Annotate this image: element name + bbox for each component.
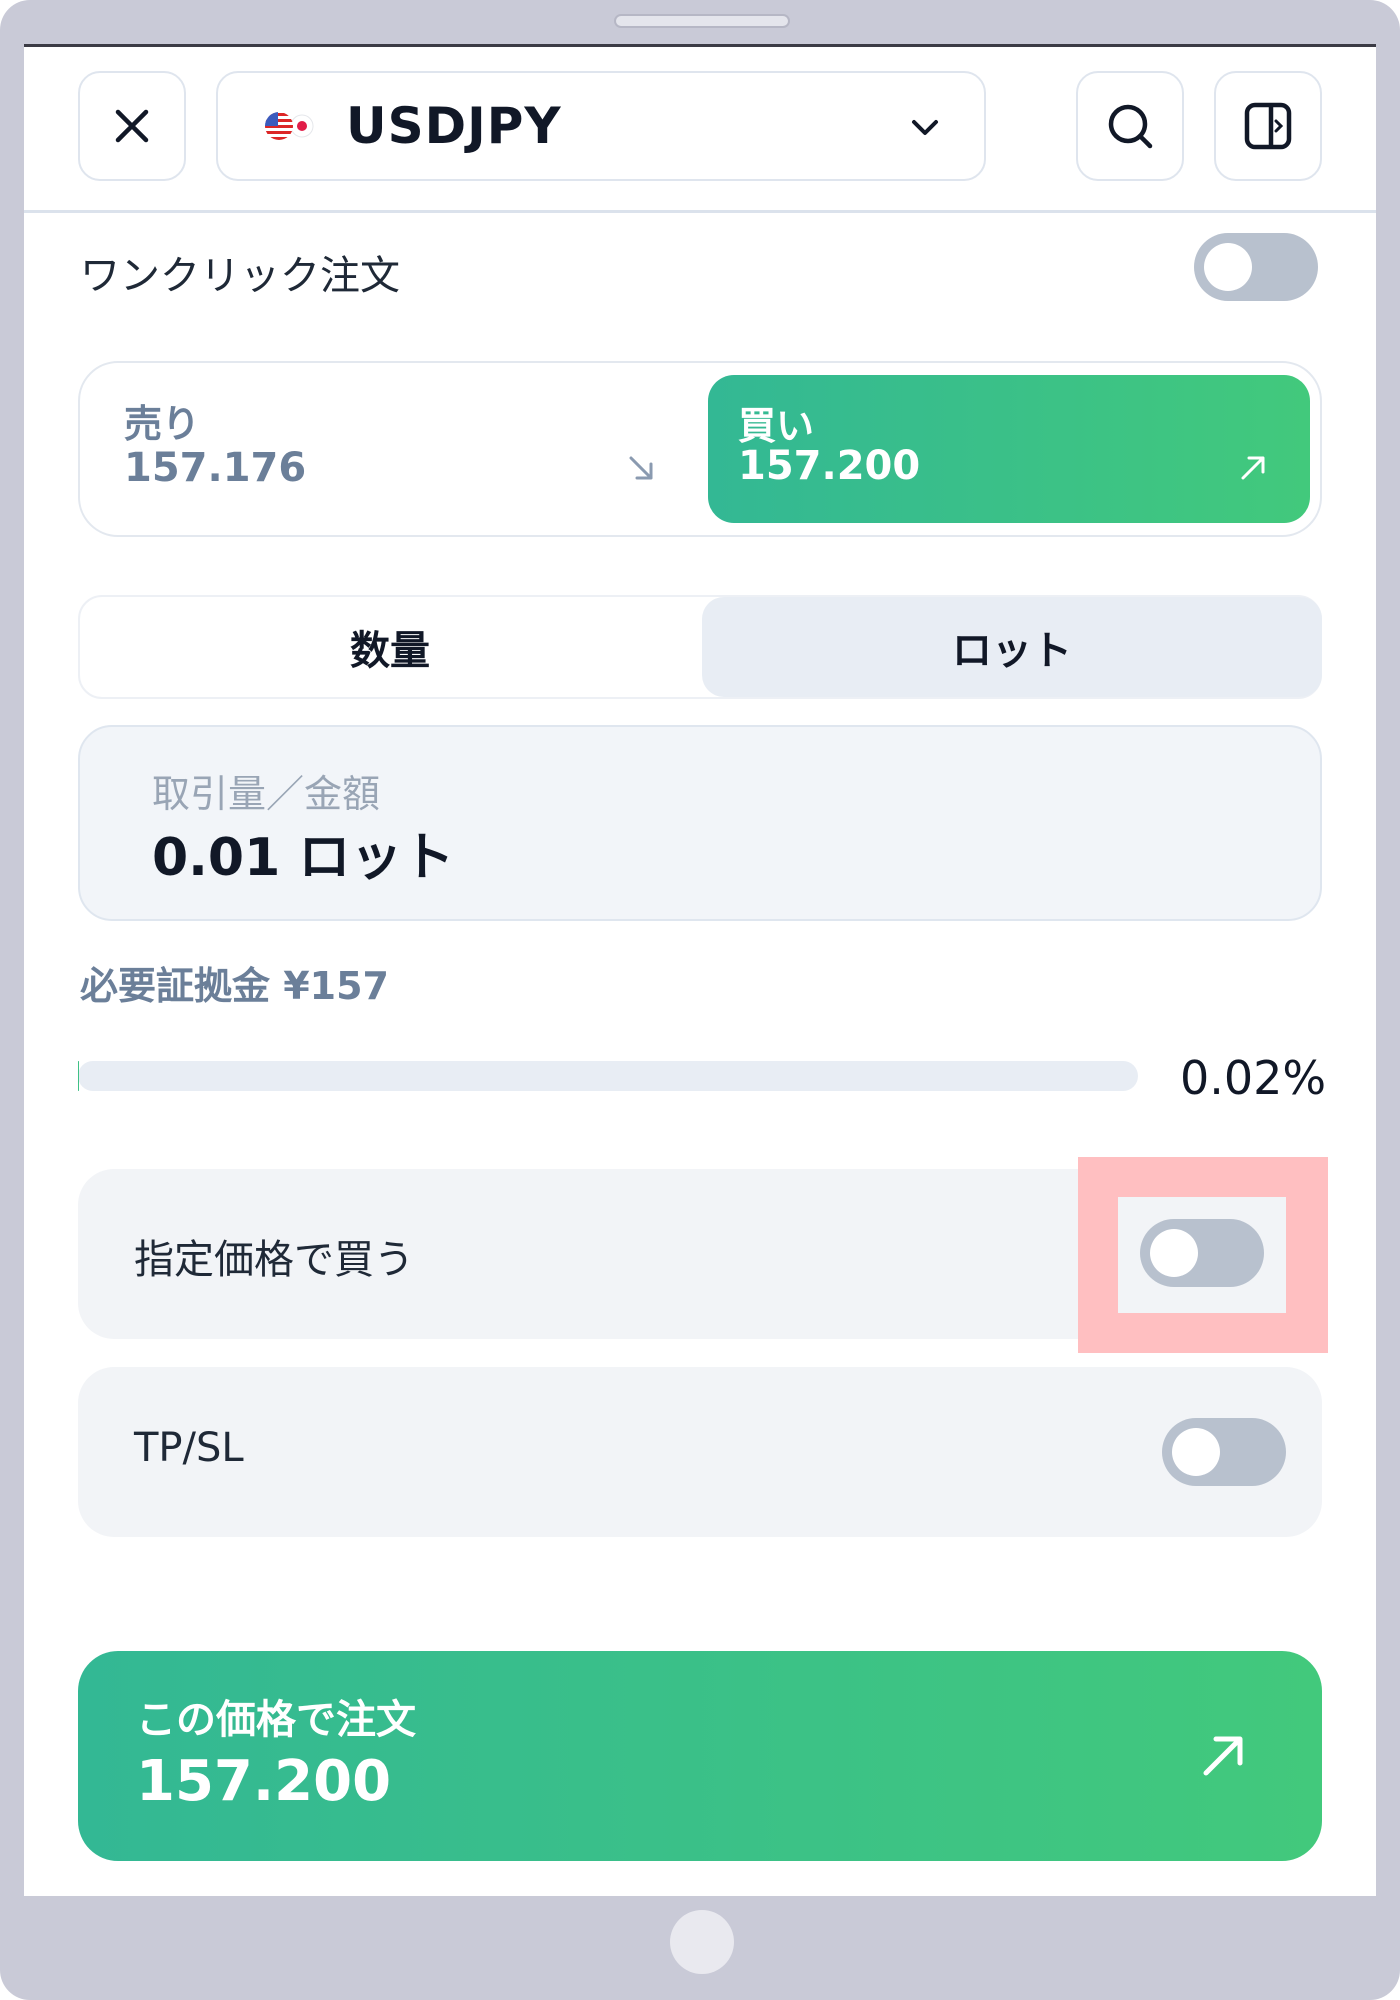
toggle-knob bbox=[1204, 243, 1252, 291]
tab-lot[interactable]: ロット bbox=[702, 597, 1322, 697]
buy-price: 157.200 bbox=[738, 443, 921, 489]
margin-usage-percent: 0.02% bbox=[1180, 1051, 1327, 1105]
limit-price-label: 指定価格で買う bbox=[134, 1237, 414, 1283]
required-margin: 必要証拠金 ¥157 bbox=[80, 964, 389, 1008]
buy-label: 買い bbox=[738, 404, 815, 448]
symbol-selector[interactable]: USDJPY bbox=[216, 71, 986, 181]
arrow-down-right-icon bbox=[629, 456, 653, 480]
close-button[interactable] bbox=[78, 71, 186, 181]
buy-button[interactable]: 買い 157.200 bbox=[708, 375, 1310, 523]
amount-label: 取引量／金額 bbox=[152, 772, 381, 816]
order-button-label: この価格で注文 bbox=[136, 1697, 416, 1743]
amount-value: 0.01 ロット bbox=[152, 828, 455, 888]
order-screen: USDJPY ワンクリック注文 売り 157.176 買い 157.200 数量… bbox=[24, 44, 1376, 1896]
one-click-label: ワンクリック注文 bbox=[80, 253, 400, 299]
header: USDJPY bbox=[24, 47, 1376, 213]
tpsl-option: TP/SL bbox=[78, 1367, 1322, 1537]
search-icon bbox=[1108, 104, 1153, 149]
unit-tabs: 数量 ロット bbox=[78, 595, 1322, 699]
amount-input[interactable]: 取引量／金額 0.01 ロット bbox=[78, 725, 1322, 921]
home-button[interactable] bbox=[670, 1910, 734, 1974]
arrow-up-right-icon bbox=[1203, 1736, 1243, 1776]
device-frame: USDJPY ワンクリック注文 売り 157.176 買い 157.200 数量… bbox=[0, 0, 1400, 2000]
arrow-up-right-icon bbox=[1241, 456, 1265, 480]
buy-sell-selector: 売り 157.176 買い 157.200 bbox=[78, 361, 1322, 537]
sell-button[interactable]: 売り 157.176 bbox=[80, 363, 700, 535]
toggle-knob bbox=[1150, 1229, 1198, 1277]
symbol-name: USDJPY bbox=[346, 97, 562, 155]
tpsl-toggle[interactable] bbox=[1162, 1418, 1286, 1486]
limit-price-toggle[interactable] bbox=[1140, 1219, 1264, 1287]
device-notch bbox=[614, 14, 790, 28]
close-icon bbox=[115, 109, 149, 143]
margin-usage-bar bbox=[78, 1061, 1138, 1091]
side-panel-button[interactable] bbox=[1214, 71, 1322, 181]
us-jp-flag-icon bbox=[265, 112, 314, 140]
toggle-knob bbox=[1172, 1428, 1220, 1476]
sell-price: 157.176 bbox=[124, 445, 307, 491]
sell-label: 売り bbox=[124, 402, 201, 446]
place-order-button[interactable]: この価格で注文 157.200 bbox=[78, 1651, 1322, 1861]
search-button[interactable] bbox=[1076, 71, 1184, 181]
tpsl-label: TP/SL bbox=[134, 1425, 244, 1471]
order-button-price: 157.200 bbox=[136, 1749, 392, 1814]
tab-quantity[interactable]: 数量 bbox=[80, 597, 700, 697]
chevron-down-icon bbox=[912, 120, 938, 135]
side-panel-icon bbox=[1244, 102, 1292, 150]
one-click-toggle[interactable] bbox=[1194, 233, 1318, 301]
